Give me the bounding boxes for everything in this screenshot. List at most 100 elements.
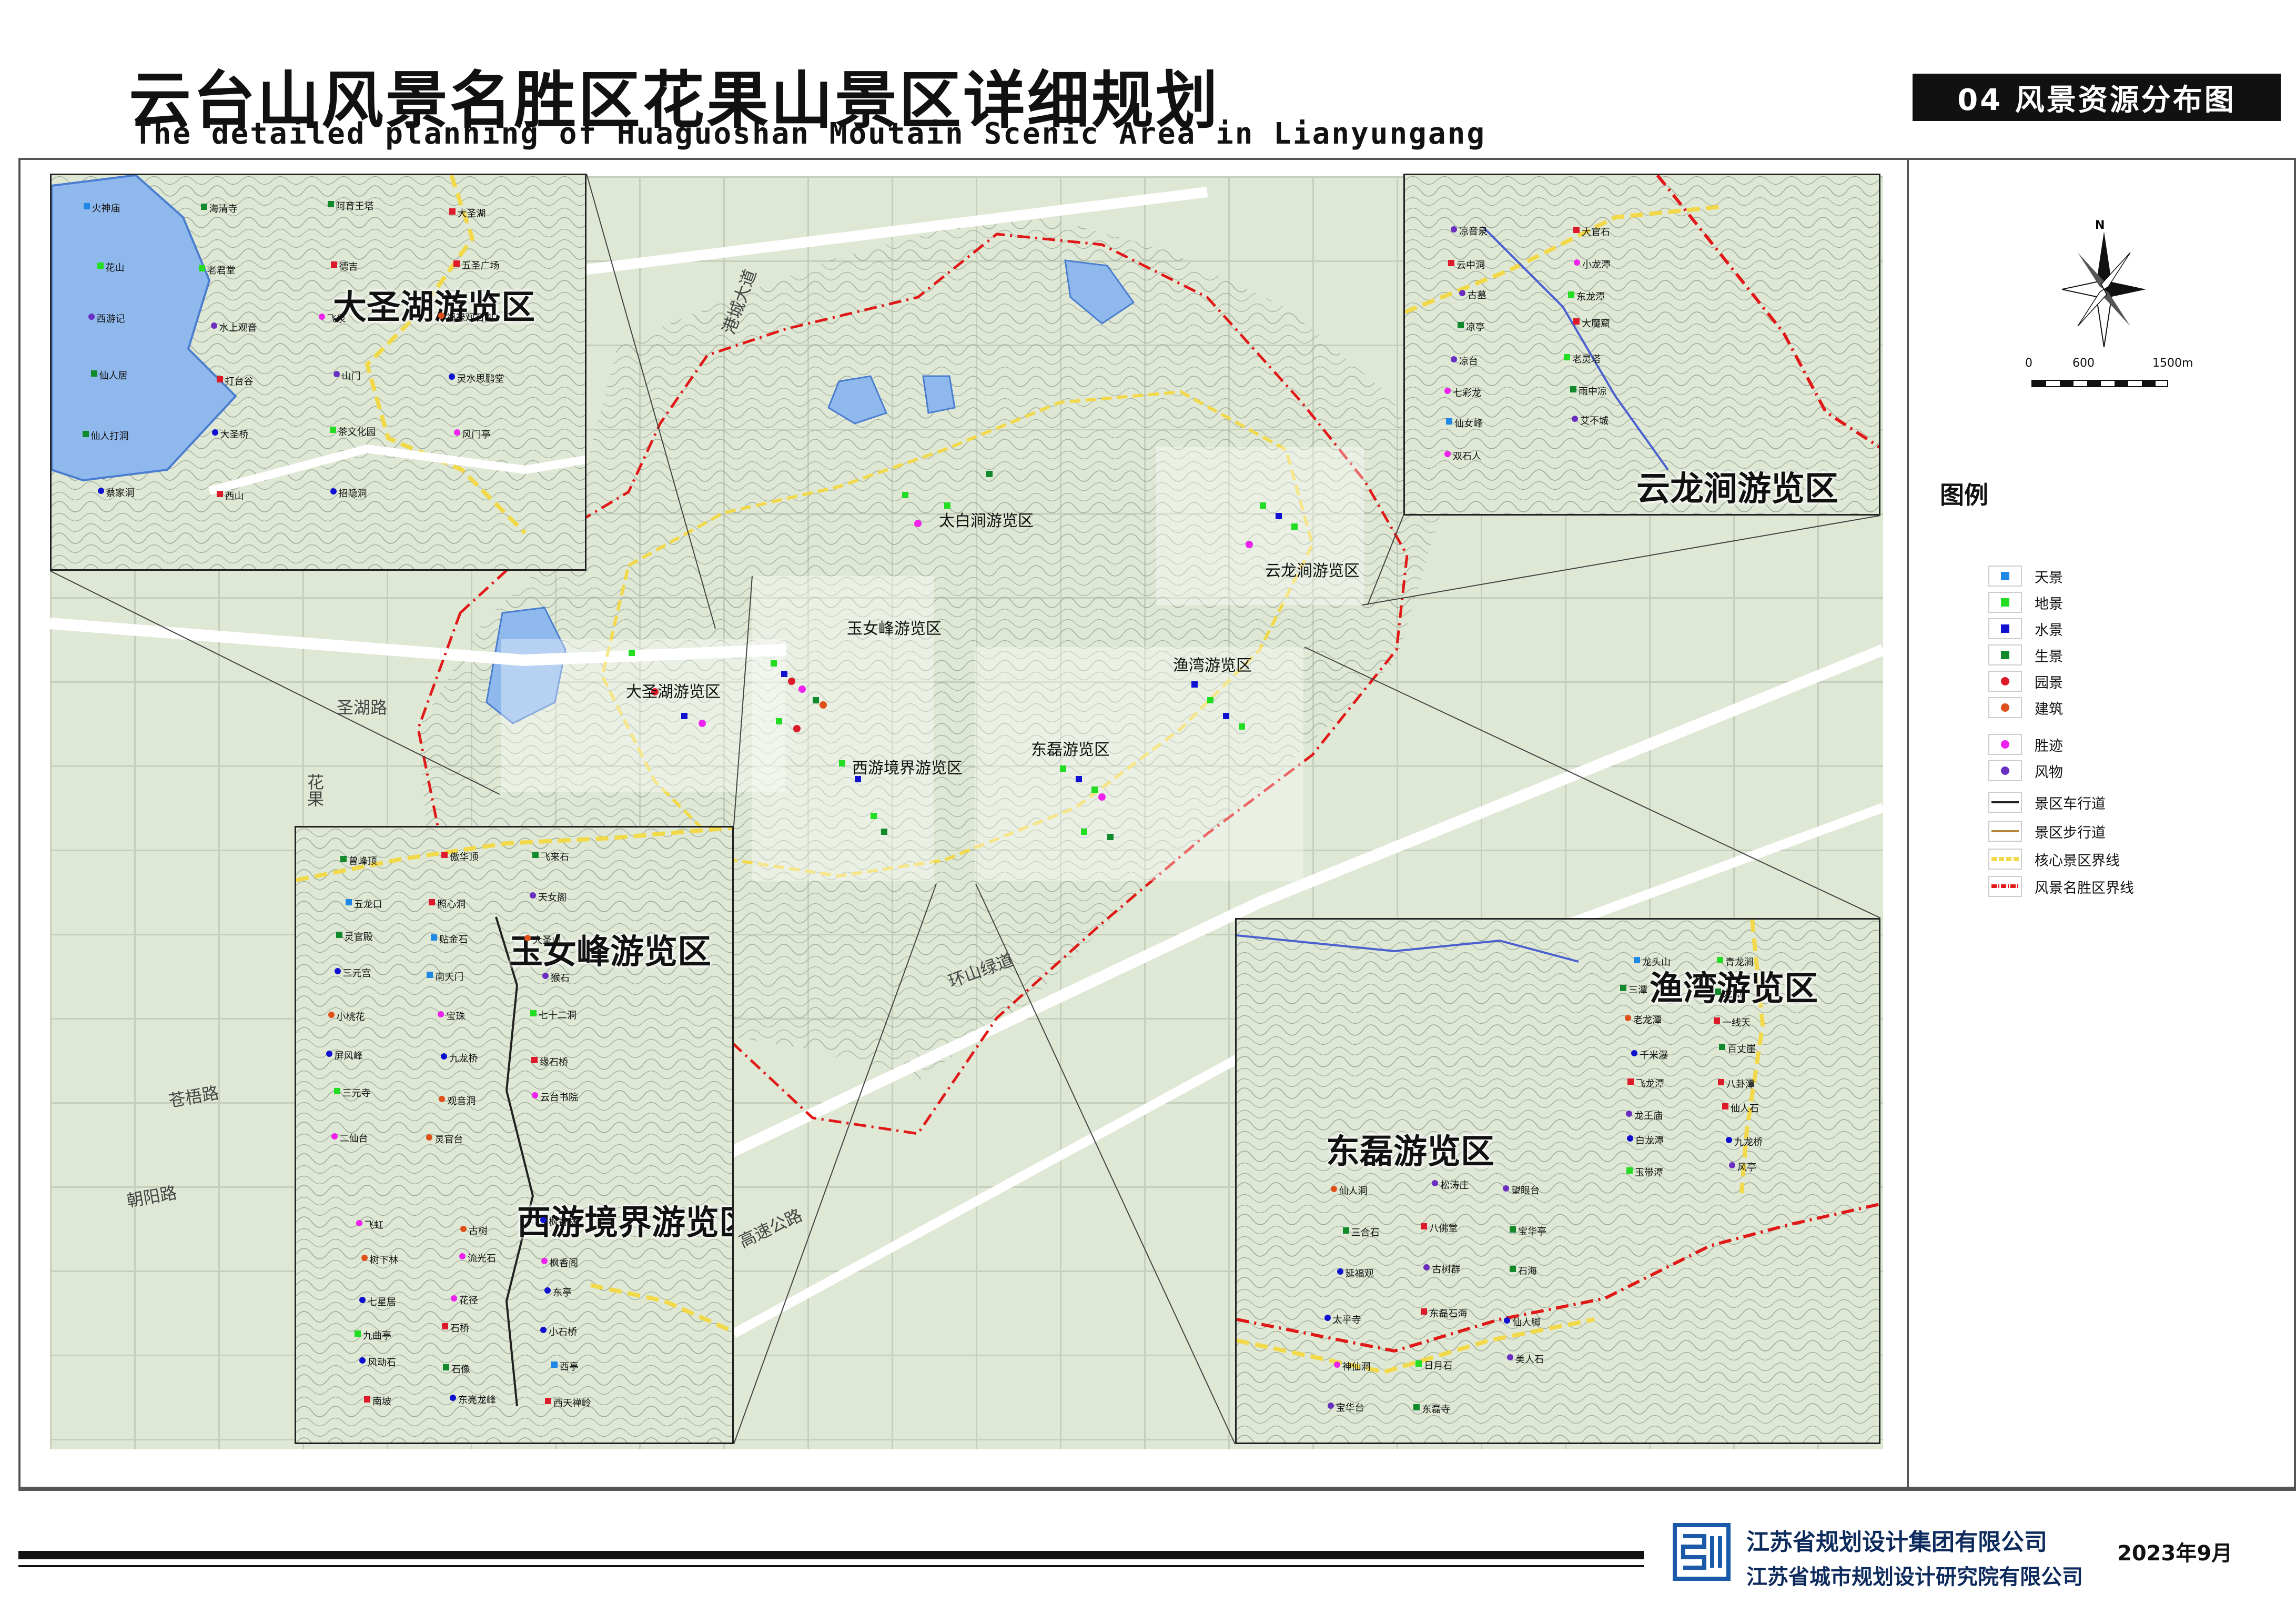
resource-point-label: 八卦潭	[1726, 1079, 1755, 1091]
resource-point-label: 白龙潭	[1635, 1135, 1664, 1146]
resource-point-label: 蔡家洞	[106, 487, 135, 499]
resource-point-marker	[364, 1396, 370, 1403]
resource-point-marker	[459, 1253, 466, 1259]
resource-point-marker	[211, 429, 218, 436]
resource-point-marker	[200, 204, 207, 210]
resource-point-marker	[1573, 226, 1580, 233]
resource-point-label: 西游记	[96, 313, 125, 325]
resource-point-marker	[1448, 260, 1454, 266]
resource-point-marker	[453, 260, 460, 267]
resource-point-label: 七彩龙	[1453, 388, 1481, 399]
resource-point-label: 枫香阁	[550, 1258, 578, 1269]
legend-swatch	[1988, 671, 2022, 692]
resource-point-marker	[451, 1295, 457, 1302]
company-logo-icon	[1673, 1523, 1731, 1581]
resource-point-marker	[356, 1220, 362, 1227]
resource-point-marker	[530, 892, 536, 899]
resource-point-label: 老君堂	[207, 265, 236, 276]
inset-resource-points: 火神庙 海清寺 阿育王塔 大圣湖 花山 老君堂 德吉 五圣广场 西游记 水上观音 飞泉 福禄观石刻 仙人…	[0, 0, 2296, 1624]
resource-point-label: 东磊石海	[1429, 1308, 1468, 1319]
resource-point-label: 百丈崖	[1727, 1044, 1756, 1055]
scale-label-600: 600	[2072, 357, 2095, 370]
resource-point-label: 石海	[1518, 1266, 1537, 1277]
resource-point-marker	[327, 201, 334, 208]
resource-point-marker	[540, 1327, 547, 1334]
resource-point-label: 天女阁	[538, 892, 567, 903]
resource-point-label: 贴金石	[439, 934, 468, 945]
resource-point-marker	[1626, 1167, 1633, 1174]
resource-point-marker	[427, 972, 433, 978]
resource-point-label: 古墓	[1468, 289, 1486, 301]
resource-point-label: 日月石	[1424, 1360, 1453, 1371]
resource-point-marker	[1421, 1308, 1428, 1315]
resource-point-label: 石像	[451, 1364, 470, 1375]
legend-item: 胜迹	[1988, 734, 2063, 755]
resource-point-label: 仙人居	[99, 370, 128, 382]
resource-point-label: 太平寺	[1332, 1314, 1361, 1326]
resource-point-label: 古树群	[1432, 1264, 1461, 1276]
legend-swatch	[1988, 876, 2022, 897]
resource-point-marker	[1327, 1403, 1334, 1409]
resource-point-marker	[431, 934, 438, 941]
legend-label: 建筑	[2035, 701, 2063, 718]
resource-point-marker	[90, 370, 97, 377]
resource-point-marker	[544, 1287, 551, 1294]
resource-point-marker	[83, 203, 90, 210]
resource-point-marker	[1722, 1103, 1728, 1109]
company-name-secondary: 江苏省城市规划设计研究院有限公司	[1746, 1565, 2083, 1589]
resource-point-marker	[460, 1226, 467, 1233]
resource-point-marker	[331, 1133, 338, 1139]
resource-point-marker	[541, 1258, 548, 1264]
resource-point-marker	[442, 1323, 448, 1330]
legend-swatch	[1988, 618, 2022, 639]
legend-title: 图例	[1940, 481, 1988, 509]
footer-rule	[18, 1551, 1644, 1559]
resource-point-label: 凉音泉	[1459, 226, 1488, 237]
resource-point-marker	[1324, 1314, 1331, 1321]
resource-point-marker	[531, 1057, 538, 1063]
resource-point-marker	[361, 1255, 368, 1261]
resource-point-marker	[443, 1364, 449, 1370]
resource-point-label: 石桥	[450, 1323, 469, 1335]
resource-point-label: 三元寺	[342, 1088, 371, 1099]
resource-point-label: 大官石	[1582, 226, 1610, 238]
legend-swatch	[1988, 566, 2022, 587]
company-name-primary: 江苏省规划设计集团有限公司	[1746, 1529, 2047, 1556]
resource-point-marker	[1564, 354, 1570, 360]
resource-point-label: 凉亭	[1466, 322, 1485, 333]
legend-label: 生景	[2035, 648, 2063, 665]
resource-point-marker	[1444, 451, 1451, 457]
legend-swatch	[1988, 592, 2022, 613]
resource-point-marker	[1570, 386, 1576, 392]
resource-point-marker	[1510, 1266, 1516, 1273]
legend-item: 园景	[1988, 671, 2063, 692]
legend-label: 风景名胜区界线	[2035, 880, 2134, 896]
resource-point-label: 飞来石	[541, 852, 569, 863]
resource-point-marker	[329, 427, 336, 433]
legend-label: 风物	[2035, 764, 2063, 781]
resource-point-label: 松涛庄	[1440, 1179, 1469, 1191]
resource-point-marker	[438, 312, 444, 319]
resource-point-marker	[530, 1010, 537, 1016]
legend-label: 天景	[2035, 569, 2063, 586]
resource-point-label: 屏风峰	[334, 1051, 363, 1062]
resource-point-label: 美人石	[1515, 1354, 1544, 1365]
resource-point-label: 龙潭	[1723, 988, 1742, 1000]
resource-point-label: 飞虹	[365, 1220, 383, 1232]
resource-point-label: 流光石	[468, 1253, 496, 1264]
resource-point-label: 大圣桥	[220, 429, 249, 440]
resource-point-marker	[1423, 1264, 1430, 1271]
resource-point-marker	[1620, 984, 1626, 991]
resource-point-marker	[545, 1397, 551, 1404]
resource-point-label: 五圣广场	[461, 260, 500, 271]
resource-point-marker	[1718, 1079, 1724, 1086]
resource-point-marker	[1625, 1014, 1631, 1021]
resource-point-marker	[524, 935, 531, 941]
resource-point-marker	[328, 1012, 335, 1018]
legend-swatch	[1988, 697, 2022, 718]
resource-point-marker	[336, 932, 342, 938]
legend-item: 水景	[1988, 618, 2063, 639]
legend-swatch	[1988, 821, 2022, 842]
resource-point-label: 招隐洞	[338, 488, 367, 499]
legend-item: 核心景区界线	[1988, 849, 2120, 870]
